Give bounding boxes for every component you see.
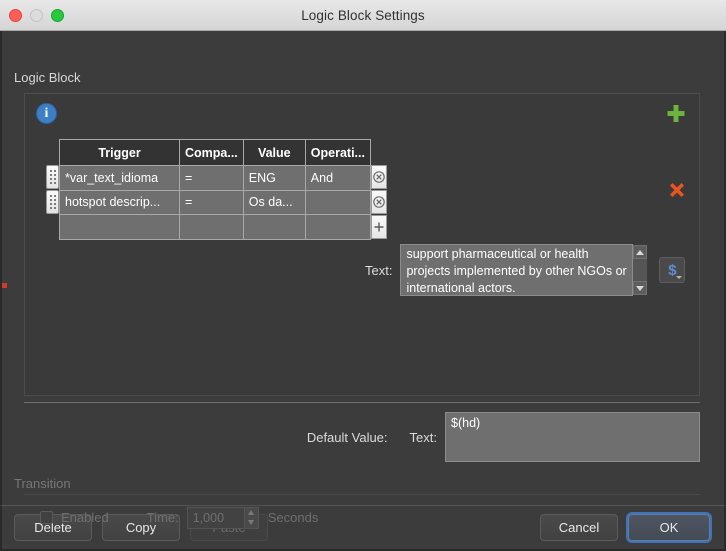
row-drag-handles [46,139,59,240]
column-header-comparison[interactable]: Compa... [179,139,244,166]
column-header-value[interactable]: Value [242,139,306,166]
cell-value[interactable]: Os da... [242,189,306,216]
delete-row-button[interactable] [370,190,387,214]
text-field-row: Text: support pharmaceutical or health p… [365,244,686,296]
table-header-row: Trigger Compa... Value Operati... [59,139,371,166]
text-field-label: Text: [365,262,393,278]
cell-value[interactable] [242,214,306,240]
row-drag-handle[interactable] [46,190,59,214]
default-value-separator [24,402,700,403]
scroll-down-button[interactable] [633,281,648,295]
transition-panel: Enabled Time: 1,000 Seconds [24,494,700,540]
dialog-body: Logic Block i Trigger Compa... Value Ope… [0,31,726,529]
transition-section-title: Transition [14,476,71,491]
text-input[interactable]: support pharmaceutical or health project… [400,244,634,296]
green-plus-icon [667,105,685,122]
delete-condition-group-icon[interactable] [666,179,688,201]
default-value-text-label: Text: [409,429,437,445]
variable-insert-button[interactable]: $ [659,257,686,283]
info-icon[interactable]: i [36,103,57,124]
cell-comparison[interactable]: = [179,189,244,216]
stepper-buttons[interactable] [244,506,259,529]
window-titlebar: Logic Block Settings [0,0,726,31]
cell-value[interactable]: ENG [242,165,306,191]
cell-comparison[interactable]: = [179,165,244,191]
trigger-table: Trigger Compa... Value Operati... *var_t… [59,139,371,240]
dollar-icon: $ [668,261,677,279]
cell-operation[interactable] [304,189,371,216]
row-action-buttons [370,139,387,240]
table-row[interactable]: hotspot descrip... = Os da... [59,189,371,216]
column-header-operation[interactable]: Operati... [304,139,371,166]
add-row-button[interactable] [370,215,387,239]
delete-row-button[interactable] [370,165,387,189]
transition-time-input[interactable]: 1,000 [186,506,245,529]
circle-x-icon [373,171,385,183]
circle-x-icon [373,196,385,208]
table-row[interactable]: *var_text_idioma = ENG And [59,165,371,191]
transition-enabled-checkbox[interactable] [40,511,53,524]
red-x-icon [670,183,684,197]
trigger-table-wrapper: Trigger Compa... Value Operati... *var_t… [46,139,387,240]
logic-block-settings-dialog: Logic Block Settings Logic Block i Trigg… [0,0,726,551]
plus-icon [374,222,384,232]
triangle-up-icon [636,249,645,255]
cell-trigger[interactable]: hotspot descrip... [59,189,180,216]
table-row-empty[interactable] [59,214,371,240]
transition-time-stepper[interactable]: 1,000 [186,506,259,529]
row-drag-handle[interactable] [46,165,59,189]
column-header-trigger[interactable]: Trigger [59,139,180,166]
default-value-input[interactable]: $(hd) [445,412,700,462]
triangle-down-icon [636,285,645,291]
grip-icon [49,170,56,184]
text-scrollbar[interactable] [633,244,649,296]
cell-comparison[interactable] [179,214,244,240]
section-title: Logic Block [14,70,81,85]
scroll-up-button[interactable] [633,245,648,259]
default-value-row: Default Value: Text: $(hd) [24,405,700,469]
transition-seconds-label: Seconds [267,510,319,525]
grip-icon [49,195,56,209]
stepper-up-icon[interactable] [248,510,255,515]
transition-enabled-label: Enabled [61,510,109,525]
cell-operation[interactable] [304,214,371,240]
add-condition-group-icon[interactable] [664,102,688,126]
transition-time-label: Time: [146,510,179,525]
cell-trigger[interactable]: *var_text_idioma [59,165,180,191]
chevron-down-icon [676,276,683,279]
logic-block-panel: i Trigger Compa... Value Operati... *var… [24,93,700,396]
cell-trigger[interactable] [59,214,180,240]
default-value-label: Default Value: [306,429,388,445]
cell-operation[interactable]: And [304,165,371,191]
edge-marker [2,283,7,288]
stepper-down-icon[interactable] [248,520,255,525]
window-title: Logic Block Settings [301,7,425,23]
